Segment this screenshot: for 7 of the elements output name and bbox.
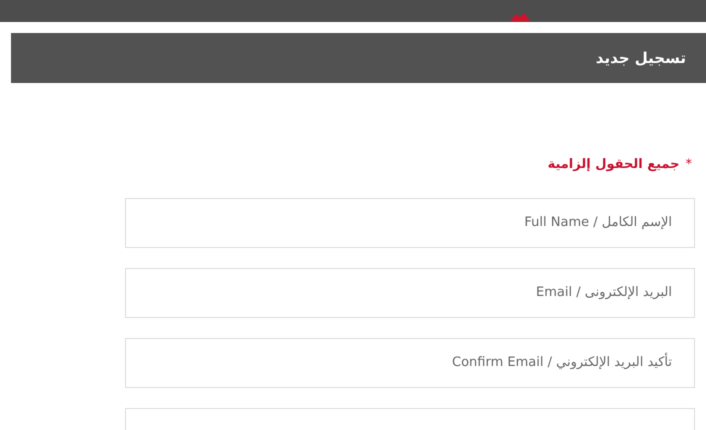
input-field[interactable]: تأكيد البريد الإلكتروني / Confirm Email: [125, 338, 695, 388]
input-field[interactable]: الإسم الكامل / Full Name: [125, 198, 695, 248]
logo-icon: [510, 13, 530, 21]
section-title: تسجيل جديد: [596, 49, 686, 67]
required-mark: *: [686, 157, 692, 172]
input-field[interactable]: البريد الإلكترونى / Email: [125, 268, 695, 318]
required-note: جميع الحقول إلزامية: [548, 157, 680, 172]
